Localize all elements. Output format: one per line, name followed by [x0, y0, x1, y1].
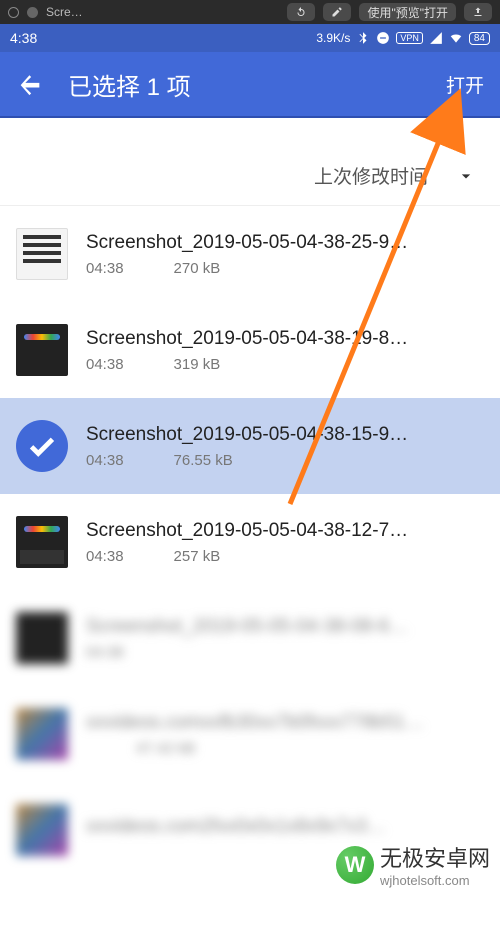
open-with-label: 使用"预览"打开 — [367, 4, 448, 21]
back-arrow-icon — [16, 70, 44, 98]
open-button[interactable]: 打开 — [446, 71, 484, 98]
file-name: Screenshot_2019-05-05-04-38-15-9… — [86, 424, 484, 446]
file-name: Screenshot_2019-05-05-04-38-08-6… — [86, 616, 484, 638]
file-thumbnail — [16, 324, 68, 376]
watermark: W 无极安卓网 wjhotelsoft.com — [336, 841, 490, 888]
watermark-logo-icon: W — [336, 846, 374, 884]
file-subline: 04:38 — [86, 644, 484, 661]
window-close-icon[interactable] — [8, 7, 19, 18]
android-status-bar: 4:38 3.9K/s VPN 84 — [0, 24, 500, 52]
window-tab-title: Scre… — [46, 5, 83, 19]
file-name: Screenshot_2019-05-05-04-38-19-8… — [86, 328, 484, 350]
file-meta: Screenshot_2019-05-05-04-38-15-9… 04:38 76… — [86, 424, 484, 469]
file-thumbnail — [16, 804, 68, 856]
pencil-icon — [331, 6, 343, 18]
file-thumbnail — [16, 228, 68, 280]
watermark-url: wjhotelsoft.com — [380, 873, 490, 888]
toolbar-share-button[interactable] — [464, 3, 492, 21]
file-row[interactable]: Screenshot_2019-05-05-04-38-25-9… 04:38 27… — [0, 206, 500, 302]
file-time: 04:38 — [86, 260, 124, 277]
share-icon — [472, 6, 484, 18]
file-time: 04:38 — [86, 356, 124, 373]
file-thumbnail — [16, 708, 68, 760]
toolbar-open-with-button[interactable]: 使用"预览"打开 — [359, 3, 456, 21]
file-size: 76.55 kB — [174, 452, 233, 469]
status-time: 4:38 — [10, 30, 316, 46]
file-meta: Screenshot_2019-05-05-04-38-08-6… 04:38 — [86, 616, 484, 661]
file-thumbnail — [16, 612, 68, 664]
window-minimize-icon[interactable] — [27, 7, 38, 18]
file-meta: xxvideos.comxxfb30xx7b0fxxx778b51… 47.42 … — [86, 712, 484, 757]
status-net-speed: 3.9K/s — [316, 31, 350, 45]
file-meta: xxvideos.com2fxx0x0x1x8x9x7x3… — [86, 816, 484, 844]
file-name: xxvideos.com2fxx0x0x1x8x9x7x3… — [86, 816, 484, 838]
file-row[interactable]: Screenshot_2019-05-05-04-38-12-7… 04:38 25… — [0, 494, 500, 590]
macos-window-chrome: Scre… 使用"预览"打开 — [0, 0, 500, 24]
file-time: 04:38 — [86, 548, 124, 565]
file-row[interactable]: Screenshot_2019-05-05-04-38-19-8… 04:38 31… — [0, 302, 500, 398]
file-size: 257 kB — [174, 548, 221, 565]
file-subline: 04:38 270 kB — [86, 260, 484, 277]
file-row[interactable]: xxvideos.comxxfb30xx7b0fxxx778b51… 47.42 … — [0, 686, 500, 782]
sort-row[interactable]: 上次修改时间 — [0, 146, 500, 206]
dnd-icon — [376, 31, 390, 45]
file-row[interactable]: Screenshot_2019-05-05-04-38-15-9… 04:38 76… — [0, 398, 500, 494]
file-meta: Screenshot_2019-05-05-04-38-12-7… 04:38 25… — [86, 520, 484, 565]
toolbar-markup-button[interactable] — [323, 3, 351, 21]
file-time: 04:38 — [86, 644, 124, 661]
sort-label: 上次修改时间 — [314, 162, 428, 189]
back-button[interactable] — [16, 70, 44, 98]
file-subline: 04:38 257 kB — [86, 548, 484, 565]
file-name: xxvideos.comxxfb30xx7b0fxxx778b51… — [86, 712, 484, 734]
file-subline: 04:38 319 kB — [86, 356, 484, 373]
file-size: 47.42 kB — [136, 740, 195, 757]
rotate-icon — [295, 6, 307, 18]
file-subline: 47.42 kB — [86, 740, 484, 757]
file-size: 319 kB — [174, 356, 221, 373]
file-meta: Screenshot_2019-05-05-04-38-19-8… 04:38 31… — [86, 328, 484, 373]
app-bar: 已选择 1 项 打开 — [0, 52, 500, 118]
file-meta: Screenshot_2019-05-05-04-38-25-9… 04:38 27… — [86, 232, 484, 277]
toolbar-rotate-button[interactable] — [287, 3, 315, 21]
file-row[interactable]: Screenshot_2019-05-05-04-38-08-6… 04:38 — [0, 590, 500, 686]
wifi-icon — [449, 31, 463, 45]
appbar-title: 已选择 1 项 — [68, 67, 422, 102]
bluetooth-icon — [356, 31, 370, 45]
file-list: Screenshot_2019-05-05-04-38-25-9… 04:38 27… — [0, 206, 500, 878]
file-subline: 04:38 76.55 kB — [86, 452, 484, 469]
file-name: Screenshot_2019-05-05-04-38-12-7… — [86, 520, 484, 542]
file-thumbnail — [16, 516, 68, 568]
file-time: 04:38 — [86, 452, 124, 469]
file-name: Screenshot_2019-05-05-04-38-25-9… — [86, 232, 484, 254]
file-size: 270 kB — [174, 260, 221, 277]
battery-badge: 84 — [469, 32, 490, 45]
vpn-badge: VPN — [396, 32, 423, 44]
phone-screen: 4:38 3.9K/s VPN 84 已选择 1 项 打开 上次修改时间 Scr… — [0, 24, 500, 928]
signal-icon — [429, 31, 443, 45]
watermark-text: 无极安卓网 — [380, 846, 490, 871]
selected-check-icon — [16, 420, 68, 472]
chevron-down-icon — [456, 166, 476, 186]
